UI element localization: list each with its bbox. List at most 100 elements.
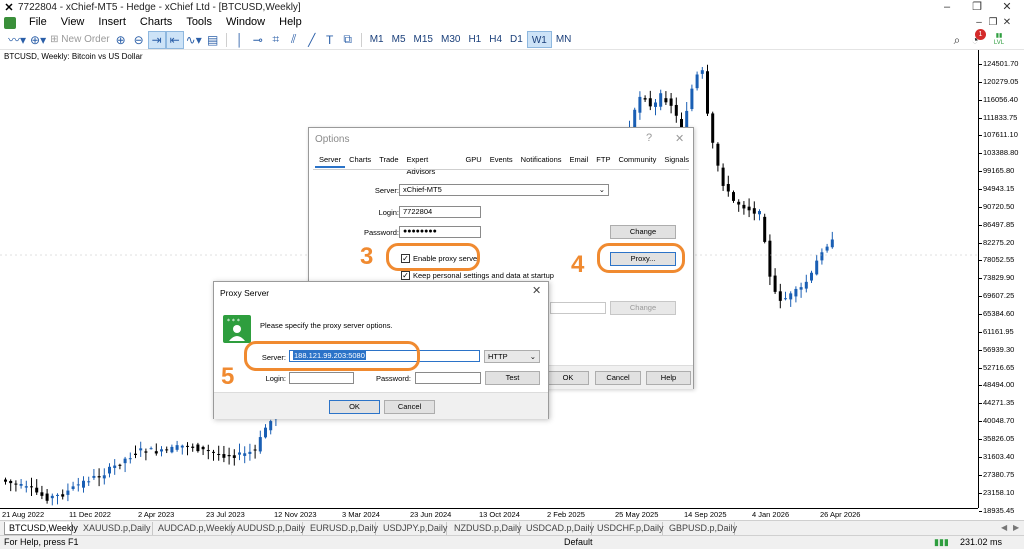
- tabs-scroll-left-icon[interactable]: ◀: [1001, 523, 1007, 532]
- channel-icon[interactable]: ⫽: [285, 31, 303, 49]
- price-label: 44271.35: [983, 398, 1015, 408]
- chart-shift-icon[interactable]: ⇤: [165, 30, 184, 49]
- chart-tab-btcusd[interactable]: BTCUSD,Weekly: [4, 522, 78, 535]
- candle-body: [706, 71, 709, 114]
- timeframe-m15[interactable]: M15: [410, 31, 437, 48]
- candle-body: [227, 454, 231, 457]
- proxy-ok-button[interactable]: OK: [329, 400, 380, 414]
- proxy-login-input[interactable]: [289, 372, 354, 384]
- horizontal-line-icon[interactable]: ⊸: [249, 31, 267, 49]
- date-axis[interactable]: 21 Aug 2022 11 Dec 2022 2 Apr 2023 23 Jul 2…: [0, 508, 978, 520]
- change-button-disabled[interactable]: Change: [610, 301, 676, 315]
- proxy-message: Please specify the proxy server options.: [260, 321, 393, 330]
- new-order-button[interactable]: ⊞ New Order: [48, 31, 112, 49]
- password-field[interactable]: ●●●●●●●●: [399, 226, 481, 238]
- tab-ftp[interactable]: FTP: [592, 154, 614, 168]
- tab-email[interactable]: Email: [566, 154, 593, 168]
- step-5-annotation: 5: [221, 363, 235, 390]
- price-tick: [979, 385, 982, 387]
- vertical-line-icon[interactable]: │: [231, 31, 249, 49]
- close-window-button[interactable]: ✕: [992, 0, 1022, 15]
- tab-events[interactable]: Events: [486, 154, 517, 168]
- chart-tab-eurusd[interactable]: EURUSD.p,Daily: [306, 522, 378, 535]
- search-icon[interactable]: ⌕: [948, 31, 966, 49]
- keep-personal-label: Keep personal settings and data at start…: [413, 271, 554, 280]
- objects-icon[interactable]: ⧉: [339, 31, 357, 49]
- tab-notifications[interactable]: Notifications: [517, 154, 566, 168]
- timeframe-h4[interactable]: H4: [485, 31, 506, 48]
- chart-tab-usdjpy[interactable]: USDJPY.p,Daily: [379, 522, 447, 535]
- chart-tab-audcad[interactable]: AUDCAD.p,Weekly: [154, 522, 235, 535]
- timeframe-w1[interactable]: W1: [526, 31, 552, 48]
- menu-charts[interactable]: Charts: [133, 15, 179, 30]
- timeframe-m5[interactable]: M5: [388, 31, 410, 48]
- login-field[interactable]: 7722804: [399, 206, 481, 218]
- menu-file[interactable]: File: [22, 15, 54, 30]
- chart-tab-gbpusd[interactable]: GBPUSD.p,Daily: [665, 522, 737, 535]
- candle: [830, 231, 834, 249]
- menu-view[interactable]: View: [54, 15, 92, 30]
- zoom-out-icon[interactable]: ⊖: [130, 31, 148, 49]
- tab-charts[interactable]: Charts: [345, 154, 375, 168]
- price-axis[interactable]: 124501.70 120279.05 116056.40 111833.75 1076…: [978, 50, 1024, 515]
- menu-insert[interactable]: Insert: [91, 15, 133, 30]
- templates-icon[interactable]: ▤: [204, 31, 222, 49]
- indicators-icon[interactable]: ∿▾: [184, 31, 204, 49]
- proxy-type-select[interactable]: HTTP ⌄: [484, 350, 540, 363]
- proxy-close-icon[interactable]: ✕: [532, 284, 541, 297]
- crosshair-icon[interactable]: ⌗: [267, 31, 285, 49]
- candle-body: [113, 465, 117, 468]
- timeframe-h1[interactable]: H1: [464, 31, 485, 48]
- server-select[interactable]: xChief-MT5 ⌄: [399, 184, 609, 196]
- tab-expert-advisors[interactable]: Expert Advisors: [403, 154, 462, 176]
- candle-body: [804, 281, 808, 289]
- keep-personal-checkbox[interactable]: ✓: [401, 271, 410, 280]
- options-cancel-button[interactable]: Cancel: [595, 371, 641, 385]
- zoom-in-icon[interactable]: ⊕: [112, 31, 130, 49]
- chart-tab-nzdusd[interactable]: NZDUSD.p,Daily: [450, 522, 522, 535]
- proxy-test-button[interactable]: Test: [485, 371, 540, 385]
- candle: [695, 71, 699, 91]
- options-ok-button[interactable]: OK: [547, 371, 589, 385]
- candle-body: [695, 74, 699, 89]
- notifications-icon[interactable]: ◔ 1: [966, 29, 986, 49]
- proxy-cancel-button[interactable]: Cancel: [384, 400, 435, 414]
- tab-trade[interactable]: Trade: [375, 154, 402, 168]
- tabs-scroll-right-icon[interactable]: ▶: [1013, 523, 1019, 532]
- tab-signals[interactable]: Signals: [660, 154, 693, 168]
- timeframe-m30[interactable]: M30: [437, 31, 464, 48]
- tab-community[interactable]: Community: [614, 154, 660, 168]
- tab-server[interactable]: Server: [315, 154, 346, 168]
- change-button[interactable]: Change: [610, 225, 676, 239]
- maximize-button[interactable]: ❐: [962, 0, 992, 15]
- timeframe-m1[interactable]: M1: [366, 31, 388, 48]
- child-close-button[interactable]: ✕: [992, 15, 1022, 30]
- tab-gpu[interactable]: GPU: [461, 154, 485, 168]
- timeframe-d1[interactable]: D1: [506, 31, 527, 48]
- price-label: 103388.80: [983, 148, 1019, 158]
- signal-level-icon[interactable]: ▮▮ LVL: [990, 31, 1008, 49]
- proxy-password-input[interactable]: [415, 372, 481, 384]
- minimize-button[interactable]: –: [932, 0, 962, 15]
- autoscroll-icon[interactable]: ⇥: [147, 30, 166, 49]
- chart-tabs-bar: BTCUSD,Weekly XAUUSD.p,Daily AUDCAD.p,We…: [0, 520, 1024, 535]
- menu-help[interactable]: Help: [272, 15, 309, 30]
- add-chart-icon[interactable]: ⊕▾: [28, 31, 48, 49]
- options-help-icon[interactable]: ?: [646, 132, 652, 144]
- chart-tab-usdcad[interactable]: USDCAD.p,Daily: [522, 522, 594, 535]
- chart-tab-audusd[interactable]: AUDUSD.p,Daily: [233, 522, 305, 535]
- app-menu-icon[interactable]: [4, 16, 16, 29]
- timeframe-mn[interactable]: MN: [552, 31, 576, 48]
- text-tool-icon[interactable]: T: [321, 31, 339, 49]
- price-label: 90720.50: [983, 201, 1015, 211]
- chart-type-icon[interactable]: 〰▾: [6, 31, 28, 49]
- step-4-annotation: 4: [571, 251, 585, 278]
- options-help-button[interactable]: Help: [646, 371, 691, 385]
- menu-window[interactable]: Window: [219, 15, 272, 30]
- menu-tools[interactable]: Tools: [179, 15, 219, 30]
- chart-tab-usdchf[interactable]: USDCHF.p,Daily: [593, 522, 664, 535]
- chart-tab-xauusd[interactable]: XAUUSD.p,Daily: [79, 522, 153, 535]
- trendline-icon[interactable]: ╱: [303, 31, 321, 49]
- options-close-icon[interactable]: ✕: [675, 132, 684, 145]
- candle-body: [258, 437, 262, 452]
